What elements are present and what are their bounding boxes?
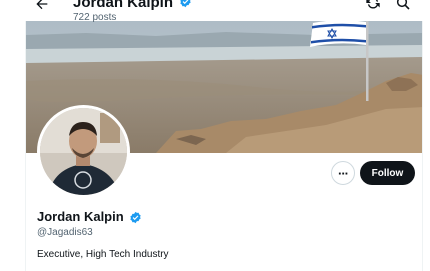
profile-header-bar: Jordan Kalpin 722 posts (0, 0, 430, 24)
profile-avatar[interactable] (37, 105, 130, 198)
header-title-block: Jordan Kalpin 722 posts (73, 0, 192, 24)
profile-column: ··· Follow Jordan Kalpin @Jagadis63 Exec… (25, 0, 423, 271)
follow-button[interactable]: Follow (360, 161, 415, 185)
profile-handle: @Jagadis63 (37, 227, 93, 238)
verified-badge-icon[interactable] (129, 211, 142, 224)
verified-badge-icon (180, 0, 192, 8)
header-name: Jordan Kalpin (73, 0, 174, 11)
profile-display-name: Jordan Kalpin (37, 209, 124, 224)
refresh-icon[interactable] (365, 0, 381, 11)
search-icon[interactable] (395, 0, 411, 11)
header-post-count: 722 posts (73, 12, 117, 23)
avatar-photo (40, 108, 127, 195)
more-options-icon: ··· (338, 165, 349, 181)
arrow-left-icon[interactable] (34, 0, 50, 12)
more-options-button[interactable]: ··· (331, 161, 355, 185)
profile-bio: Executive, High Tech Industry (37, 249, 169, 260)
